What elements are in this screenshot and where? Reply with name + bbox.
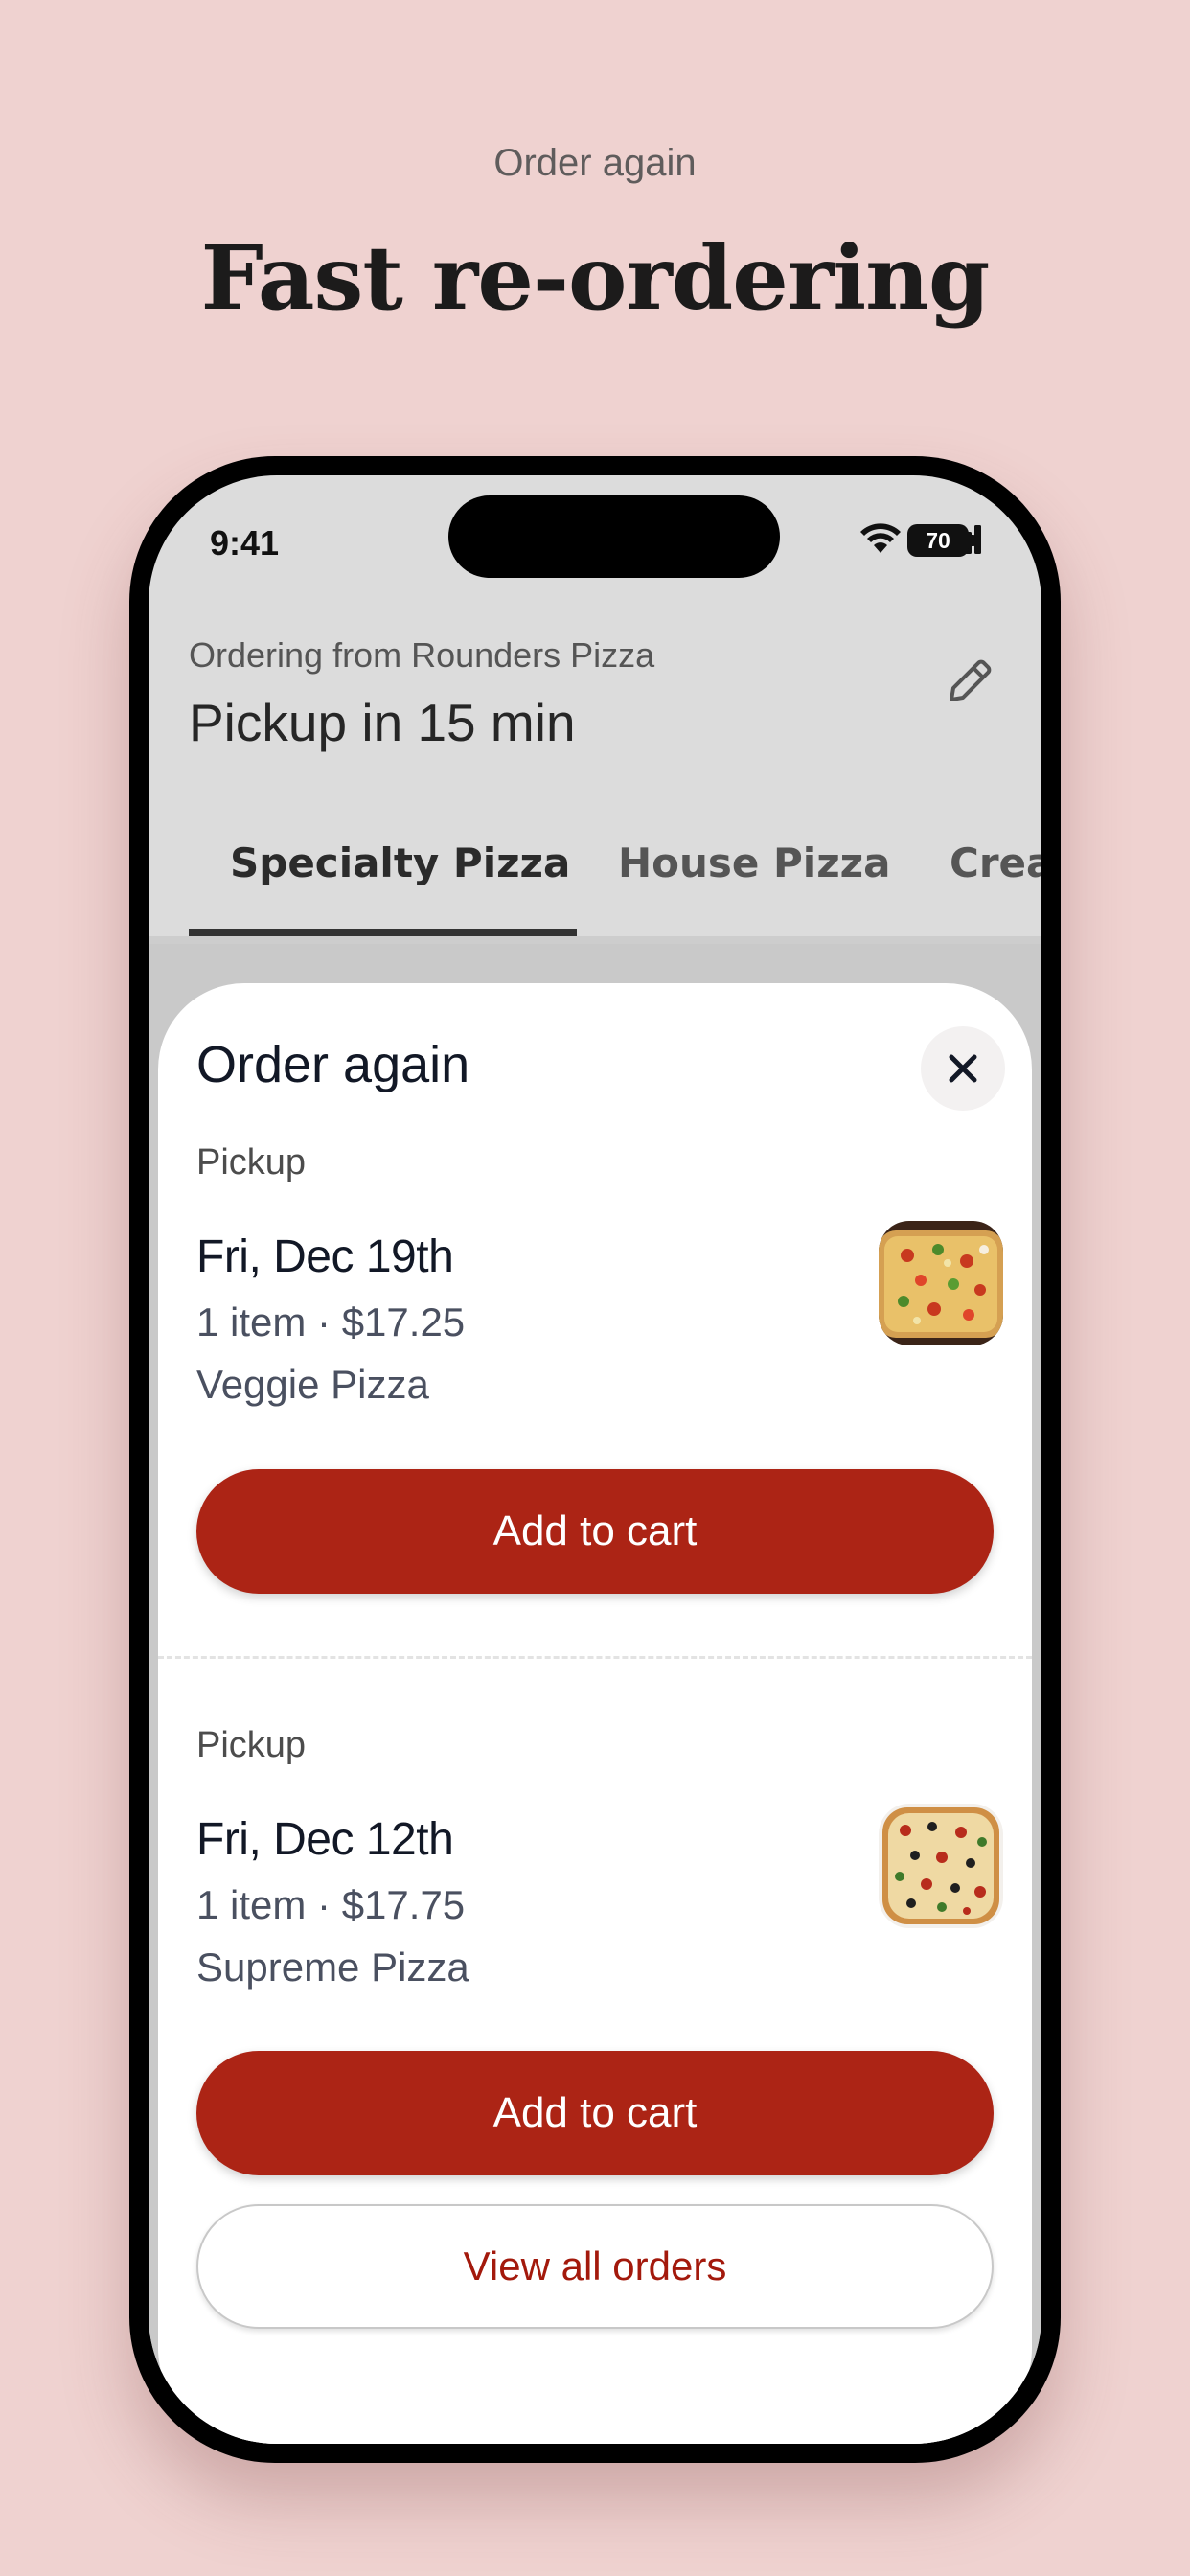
- view-all-orders-button[interactable]: View all orders: [196, 2204, 994, 2329]
- order-divider: [158, 1656, 1032, 1659]
- tab-divider: [149, 936, 1041, 944]
- tab-house-pizza[interactable]: House Pizza: [618, 840, 890, 886]
- ordering-from-label: Ordering from Rounders Pizza: [189, 635, 655, 675]
- tab-create[interactable]: Crea: [950, 840, 1041, 886]
- order-item-name: Supreme Pizza: [196, 1944, 469, 1990]
- close-icon: [949, 1054, 977, 1083]
- add-to-cart-button[interactable]: Add to cart: [196, 1469, 994, 1594]
- active-tab-indicator: [189, 929, 577, 936]
- tab-specialty-pizza[interactable]: Specialty Pizza: [230, 840, 570, 886]
- order-date: Fri, Dec 12th: [196, 1814, 454, 1865]
- order-date: Fri, Dec 19th: [196, 1231, 454, 1282]
- order-again-sheet: Order again Pickup Fri, Dec 19th 1 item …: [158, 983, 1032, 2444]
- phone-screen: 9:41 70 Ordering from Rounders Pizza Pic…: [149, 475, 1041, 2444]
- dynamic-island: [448, 495, 780, 578]
- promo-headline: Fast re-ordering: [200, 226, 991, 330]
- order-item-name: Veggie Pizza: [196, 1362, 429, 1407]
- phone-frame: 9:41 70 Ordering from Rounders Pizza Pic…: [129, 456, 1061, 2463]
- battery-nub: [972, 535, 976, 546]
- promo-eyebrow: Order again: [493, 142, 697, 184]
- status-time: 9:41: [210, 523, 280, 563]
- veggie-pizza-image: [879, 1221, 1003, 1346]
- pencil-icon[interactable]: [940, 654, 997, 711]
- battery-icon: 70: [907, 524, 969, 557]
- order-type-label: Pickup: [196, 1725, 307, 1765]
- supreme-pizza-image: [879, 1804, 1003, 1928]
- order-meta: 1 item · $17.75: [196, 1882, 466, 1927]
- wifi-icon: [860, 523, 901, 553]
- close-button[interactable]: [921, 1026, 1005, 1111]
- add-to-cart-button[interactable]: Add to cart: [196, 2051, 994, 2175]
- order-type-label: Pickup: [196, 1142, 307, 1183]
- pickup-time-title[interactable]: Pickup in 15 min: [189, 692, 576, 753]
- order-meta: 1 item · $17.25: [196, 1300, 466, 1345]
- sheet-title: Order again: [196, 1036, 470, 1093]
